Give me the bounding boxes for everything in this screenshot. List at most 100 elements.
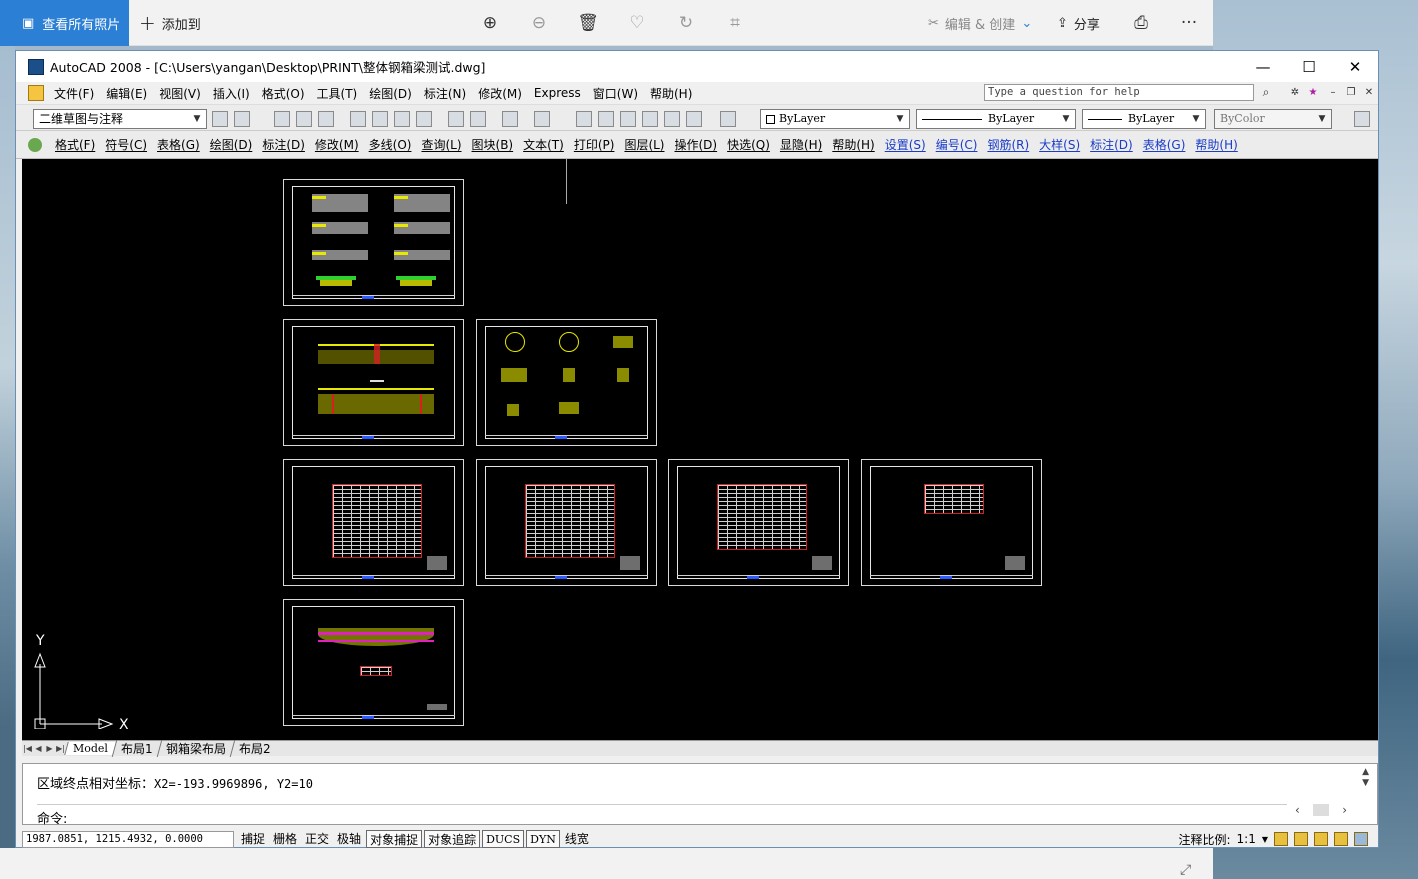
drawing-sheet[interactable] <box>668 459 849 586</box>
custom-menu-item[interactable]: 查询(L) <box>416 136 466 153</box>
resize-arrow-icon[interactable]: ⤢ <box>1180 862 1198 878</box>
menu-item[interactable]: 帮助(H) <box>644 85 698 102</box>
auto-scale-icon[interactable] <box>1294 832 1308 846</box>
custom-menu-item[interactable]: 编号(C) <box>931 136 983 153</box>
status-toggle[interactable]: 栅格 <box>270 830 300 848</box>
command-vertical-scrollbar[interactable]: ▲ ▼ <box>1362 767 1369 789</box>
doc-close-button[interactable]: ✕ <box>1362 85 1376 99</box>
custom-menu-item[interactable]: 标注(D) <box>257 136 310 153</box>
status-toggle[interactable]: 极轴 <box>334 830 364 848</box>
rotate-icon[interactable]: ↻ <box>673 10 699 36</box>
menu-item[interactable]: 修改(M) <box>472 85 528 102</box>
pan-icon[interactable] <box>576 111 592 127</box>
scroll-right-icon[interactable]: › <box>1342 803 1347 817</box>
custom-menu-item[interactable]: 图块(B) <box>467 136 519 153</box>
status-toggle[interactable]: 线宽 <box>562 830 592 848</box>
save-file-icon[interactable] <box>318 111 334 127</box>
redo-icon[interactable] <box>534 111 550 127</box>
menu-item[interactable]: Express <box>528 86 587 100</box>
markup-icon[interactable] <box>686 111 702 127</box>
chevron-down-icon[interactable]: ▼ <box>1262 835 1268 844</box>
status-toggle[interactable]: 对象捕捉 <box>366 830 423 848</box>
custom-menu-item[interactable]: 修改(M) <box>310 136 364 153</box>
scroll-left-icon[interactable]: ‹ <box>1295 803 1300 817</box>
custom-menu-item[interactable]: 操作(D) <box>670 136 723 153</box>
custom-menu-item[interactable]: 多线(O) <box>364 136 417 153</box>
drawing-sheet[interactable] <box>283 599 464 726</box>
plugin-icon[interactable] <box>28 137 42 152</box>
menu-item[interactable]: 工具(T) <box>311 85 364 102</box>
status-toggle[interactable]: 捕捉 <box>238 830 268 848</box>
custom-menu-item[interactable]: 快选(Q) <box>722 136 775 153</box>
prev-tab-icon[interactable]: ◀ <box>33 744 44 753</box>
new-file-icon[interactable] <box>274 111 290 127</box>
communication-center-icon[interactable]: ✲ <box>1288 85 1302 99</box>
properties-icon[interactable] <box>598 111 614 127</box>
menu-item[interactable]: 编辑(E) <box>100 85 153 102</box>
custom-menu-item[interactable]: 表格(G) <box>1138 136 1191 153</box>
block-editor-icon[interactable] <box>470 111 486 127</box>
custom-menu-item[interactable]: 图层(L) <box>619 136 669 153</box>
linetype-select[interactable]: ByLayer ▼ <box>916 109 1076 129</box>
custom-menu-item[interactable]: 表格(G) <box>152 136 205 153</box>
view-all-photos-button[interactable]: ▣ 查看所有照片 <box>0 0 129 46</box>
doc-minimize-button[interactable]: – <box>1326 85 1340 99</box>
doc-restore-button[interactable]: ❐ <box>1344 85 1358 99</box>
workspace-settings-icon[interactable] <box>212 111 228 127</box>
menu-item[interactable]: 插入(I) <box>207 85 256 102</box>
open-file-icon[interactable] <box>296 111 312 127</box>
menu-item[interactable]: 视图(V) <box>153 85 207 102</box>
my-workspace-icon[interactable] <box>234 111 250 127</box>
drawing-sheet[interactable] <box>476 319 657 446</box>
scroll-up-icon[interactable]: ▲ <box>1362 767 1369 778</box>
more-options-button[interactable]: ··· <box>1176 10 1202 36</box>
close-button[interactable]: ✕ <box>1332 51 1378 82</box>
custom-menu-item[interactable]: 帮助(H) <box>1190 136 1242 153</box>
custom-menu-item[interactable]: 文本(T) <box>518 136 569 153</box>
drawing-sheet[interactable] <box>476 459 657 586</box>
drawing-canvas[interactable]: Y X <box>22 159 1378 740</box>
custom-menu-item[interactable]: 帮助(H) <box>827 136 879 153</box>
command-window[interactable]: 区域终点相对坐标：X2=-193.9969896, Y2=10 命令: ▲ ▼ … <box>22 763 1378 827</box>
lineweight-select[interactable]: ByLayer ▼ <box>1082 109 1206 129</box>
help-icon[interactable] <box>720 111 736 127</box>
layout-tab[interactable]: 布局1 <box>111 740 161 757</box>
3d-dwf-icon[interactable] <box>416 111 432 127</box>
plot-icon[interactable] <box>350 111 366 127</box>
clean-screen-icon[interactable] <box>1354 832 1368 846</box>
menu-item[interactable]: 窗口(W) <box>587 85 644 102</box>
command-prompt-line[interactable]: 命令: <box>37 804 1287 827</box>
print-icon[interactable]: ⎙ <box>1128 10 1154 36</box>
drawing-sheet[interactable] <box>283 319 464 446</box>
add-to-button[interactable]: + 添加到 <box>139 0 201 46</box>
custom-menu-item[interactable]: 绘图(D) <box>205 136 258 153</box>
layer-select[interactable]: ByLayer ▼ <box>760 109 910 129</box>
command-horizontal-scrollbar[interactable]: ‹ › <box>1295 803 1347 817</box>
favorite-heart-icon[interactable]: ♡ <box>624 10 650 36</box>
plot-preview-icon[interactable] <box>372 111 388 127</box>
search-icon[interactable]: ⌕ <box>1259 85 1273 99</box>
custom-menu-item[interactable]: 打印(P) <box>569 136 620 153</box>
maximize-button[interactable]: ☐ <box>1286 51 1332 82</box>
status-toggle[interactable]: DYN <box>526 830 560 848</box>
design-center-icon[interactable] <box>620 111 636 127</box>
drawing-sheet[interactable] <box>861 459 1042 586</box>
menu-item[interactable]: 文件(F) <box>48 85 100 102</box>
communication-icon[interactable] <box>1334 832 1348 846</box>
edit-create-button[interactable]: ✂ 编辑 & 创建 ⌄ <box>928 0 1032 46</box>
custom-menu-item[interactable]: 标注(D) <box>1085 136 1138 153</box>
publish-icon[interactable] <box>394 111 410 127</box>
status-toggle[interactable]: 正交 <box>302 830 332 848</box>
custom-menu-item[interactable]: 格式(F) <box>50 136 100 153</box>
menu-item[interactable]: 标注(N) <box>418 85 472 102</box>
drawing-sheet[interactable] <box>283 459 464 586</box>
next-tab-icon[interactable]: ▶ <box>44 744 55 753</box>
menu-item[interactable]: 绘图(D) <box>363 85 418 102</box>
minimize-button[interactable]: — <box>1240 51 1286 82</box>
zoom-in-icon[interactable]: ⊕ <box>477 10 503 36</box>
custom-menu-item[interactable]: 设置(S) <box>880 136 931 153</box>
status-toggle[interactable]: DUCS <box>482 830 525 848</box>
crop-icon[interactable]: ⌗ <box>722 10 748 36</box>
custom-menu-item[interactable]: 显隐(H) <box>775 136 827 153</box>
lock-icon[interactable] <box>1314 832 1328 846</box>
